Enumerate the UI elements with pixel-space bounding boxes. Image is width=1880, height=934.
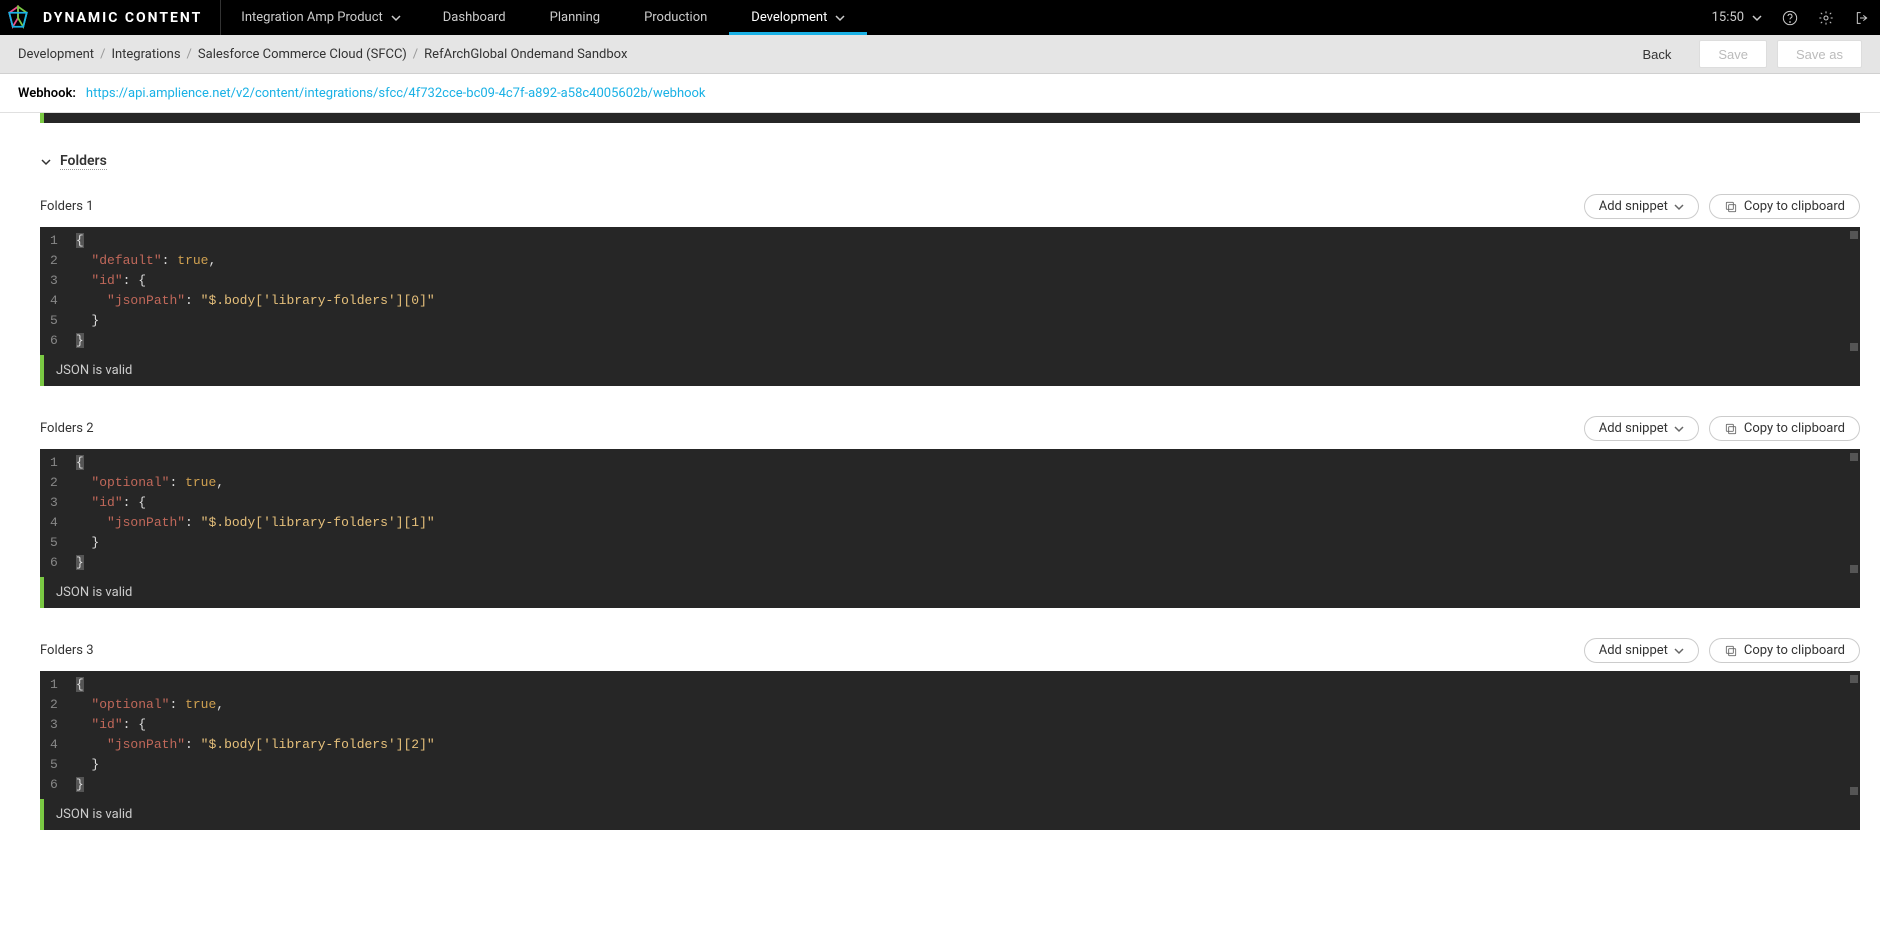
subheader: Development / Integrations / Salesforce …: [0, 35, 1880, 74]
breadcrumb-sep: /: [187, 47, 192, 62]
copy-icon: [1724, 644, 1738, 658]
time-dropdown[interactable]: 15:50: [1702, 10, 1772, 25]
code-area[interactable]: { "optional": true, "id": { "jsonPath": …: [68, 449, 1860, 577]
copy-label: Copy to clipboard: [1744, 643, 1845, 658]
folder-block: Folders 2 Add snippet Copy to clipboard …: [40, 416, 1860, 608]
folder-title: Folders 3: [40, 643, 94, 658]
save-as-button[interactable]: Save as: [1777, 40, 1862, 68]
copy-label: Copy to clipboard: [1744, 199, 1845, 214]
copy-icon: [1724, 422, 1738, 436]
scrollbar-thumb[interactable]: [1850, 565, 1858, 573]
line-numbers: 123456: [40, 449, 68, 577]
folder-block: Folders 1 Add snippet Copy to clipboard …: [40, 194, 1860, 386]
add-snippet-label: Add snippet: [1599, 643, 1668, 658]
line-numbers: 123456: [40, 671, 68, 799]
breadcrumb-item[interactable]: Salesforce Commerce Cloud (SFCC): [198, 47, 407, 62]
product-selector-dropdown[interactable]: Integration Amp Product: [221, 0, 420, 35]
logout-icon[interactable]: [1844, 0, 1880, 35]
scrollbar-thumb[interactable]: [1850, 675, 1858, 683]
add-snippet-label: Add snippet: [1599, 199, 1668, 214]
caret-down-icon: [835, 13, 845, 23]
add-snippet-dropdown[interactable]: Add snippet: [1584, 416, 1699, 441]
json-editor[interactable]: 123456 { "optional": true, "id": { "json…: [40, 671, 1860, 799]
scrollbar-thumb[interactable]: [1850, 453, 1858, 461]
brand-logo-icon: [0, 0, 35, 35]
add-snippet-label: Add snippet: [1599, 421, 1668, 436]
caret-down-icon: [1674, 202, 1684, 212]
scrollbar-thumb[interactable]: [1850, 231, 1858, 239]
main-content: Folders Folders 1 Add snippet Copy to cl…: [0, 113, 1880, 880]
line-numbers: 123456: [40, 227, 68, 355]
json-status-bar: JSON is valid: [40, 577, 1860, 608]
tab-planning[interactable]: Planning: [528, 0, 622, 35]
code-area[interactable]: { "default": true, "id": { "jsonPath": "…: [68, 227, 1860, 355]
tab-development[interactable]: Development: [729, 0, 867, 35]
scrollbar-thumb[interactable]: [1850, 787, 1858, 795]
caret-down-icon: [1674, 424, 1684, 434]
folder-block: Folders 3 Add snippet Copy to clipboard …: [40, 638, 1860, 830]
top-status-strip: [40, 113, 1860, 123]
json-status-bar: JSON is valid: [40, 799, 1860, 830]
json-status-bar: JSON is valid: [40, 355, 1860, 386]
folder-header: Folders 2 Add snippet Copy to clipboard: [40, 416, 1860, 441]
caret-down-icon: [391, 13, 401, 23]
add-snippet-dropdown[interactable]: Add snippet: [1584, 638, 1699, 663]
breadcrumb-item[interactable]: Development: [18, 47, 94, 62]
caret-down-icon: [1752, 13, 1762, 23]
caret-down-icon: [1674, 646, 1684, 656]
folders-section-label: Folders: [60, 153, 107, 170]
folder-header: Folders 1 Add snippet Copy to clipboard: [40, 194, 1860, 219]
breadcrumb: Development / Integrations / Salesforce …: [18, 47, 627, 62]
breadcrumb-sep: /: [100, 47, 105, 62]
folder-header: Folders 3 Add snippet Copy to clipboard: [40, 638, 1860, 663]
json-editor[interactable]: 123456 { "default": true, "id": { "jsonP…: [40, 227, 1860, 355]
json-editor[interactable]: 123456 { "optional": true, "id": { "json…: [40, 449, 1860, 577]
add-snippet-dropdown[interactable]: Add snippet: [1584, 194, 1699, 219]
folder-title: Folders 2: [40, 421, 94, 436]
tab-development-label: Development: [751, 10, 827, 25]
folder-title: Folders 1: [40, 199, 94, 214]
settings-gear-icon[interactable]: [1808, 0, 1844, 35]
webhook-label: Webhook:: [18, 86, 76, 101]
breadcrumb-item[interactable]: Integrations: [111, 47, 180, 62]
copy-to-clipboard-button[interactable]: Copy to clipboard: [1709, 416, 1860, 441]
copy-icon: [1724, 200, 1738, 214]
top-navbar: DYNAMIC CONTENT Integration Amp Product …: [0, 0, 1880, 35]
product-selector-label: Integration Amp Product: [241, 10, 382, 25]
code-area[interactable]: { "optional": true, "id": { "jsonPath": …: [68, 671, 1860, 799]
nav-tabs: Dashboard Planning Production Developmen…: [421, 0, 868, 35]
back-button[interactable]: Back: [1624, 40, 1689, 68]
webhook-row: Webhook: https://api.amplience.net/v2/co…: [0, 74, 1880, 113]
help-icon[interactable]: [1772, 0, 1808, 35]
folders-section-toggle[interactable]: Folders: [40, 153, 1860, 170]
breadcrumb-sep: /: [413, 47, 418, 62]
time-label: 15:50: [1712, 10, 1744, 25]
tab-dashboard[interactable]: Dashboard: [421, 0, 528, 35]
copy-to-clipboard-button[interactable]: Copy to clipboard: [1709, 638, 1860, 663]
brand-name: DYNAMIC CONTENT: [35, 0, 221, 35]
webhook-url-link[interactable]: https://api.amplience.net/v2/content/int…: [86, 86, 706, 101]
copy-label: Copy to clipboard: [1744, 421, 1845, 436]
copy-to-clipboard-button[interactable]: Copy to clipboard: [1709, 194, 1860, 219]
breadcrumb-current: RefArchGlobal Ondemand Sandbox: [424, 47, 627, 62]
scrollbar-thumb[interactable]: [1850, 343, 1858, 351]
chevron-down-icon: [40, 156, 52, 168]
tab-production[interactable]: Production: [622, 0, 729, 35]
save-button[interactable]: Save: [1699, 40, 1767, 68]
